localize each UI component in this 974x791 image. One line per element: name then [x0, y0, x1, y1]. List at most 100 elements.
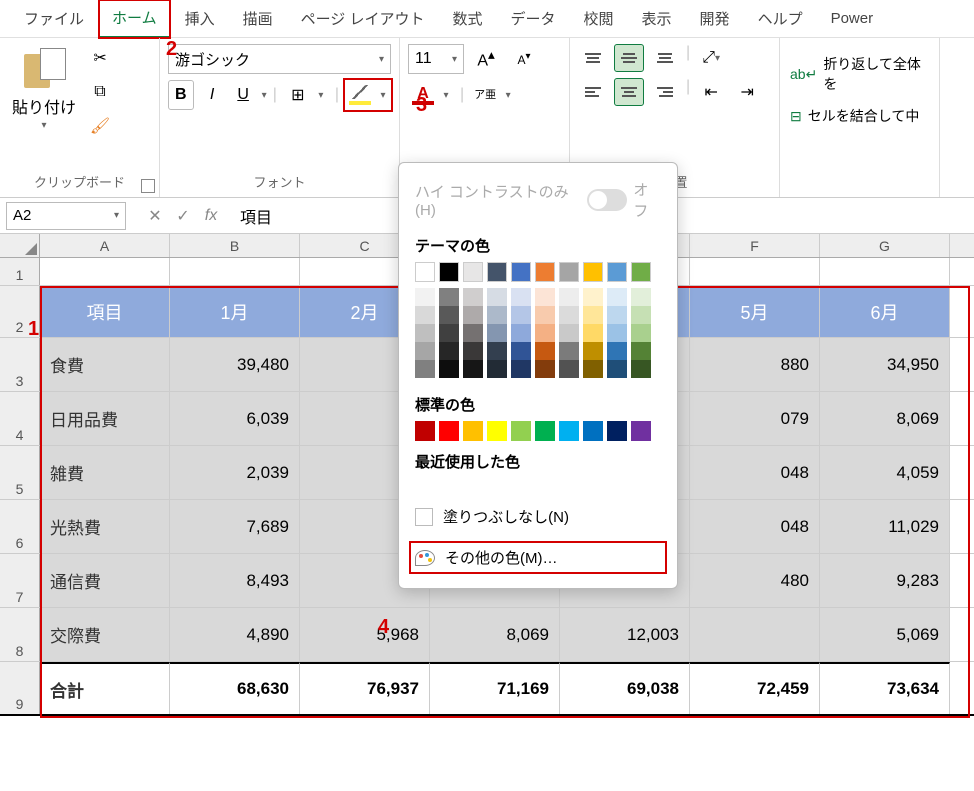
tab-formulas[interactable]: 数式 — [438, 0, 496, 37]
color-swatch[interactable] — [583, 324, 603, 342]
cell[interactable]: 5,069 — [820, 608, 950, 661]
color-swatch[interactable] — [487, 324, 507, 342]
increase-indent-button[interactable]: ⇥ — [732, 78, 762, 106]
cancel-formula-button[interactable]: ✕ — [142, 203, 168, 229]
row-header[interactable]: 5 — [0, 446, 40, 499]
color-swatch[interactable] — [583, 360, 603, 378]
cell[interactable]: 1月 — [170, 286, 300, 337]
paste-button[interactable]: 貼り付け ▾ — [8, 44, 80, 135]
color-swatch[interactable] — [511, 421, 531, 441]
color-swatch[interactable] — [415, 421, 435, 441]
cell[interactable] — [690, 258, 820, 285]
cell[interactable]: 39,480 — [170, 338, 300, 391]
color-swatch[interactable] — [439, 360, 459, 378]
tab-insert[interactable]: 挿入 — [171, 0, 229, 37]
cell[interactable]: 項目 — [40, 286, 170, 337]
color-swatch[interactable] — [535, 421, 555, 441]
format-painter-button[interactable]: 🖌 — [86, 112, 114, 140]
italic-button[interactable]: I — [200, 80, 225, 110]
row-header[interactable]: 8 — [0, 608, 40, 661]
cell[interactable]: 6,039 — [170, 392, 300, 445]
cell[interactable]: 通信費 — [40, 554, 170, 607]
color-swatch[interactable] — [535, 306, 555, 324]
cell[interactable]: 9,283 — [820, 554, 950, 607]
enter-formula-button[interactable]: ✓ — [170, 203, 196, 229]
name-box[interactable]: A2 ▾ — [6, 202, 126, 230]
copy-button[interactable]: ⧉ — [86, 78, 114, 106]
color-swatch[interactable] — [487, 288, 507, 306]
color-swatch[interactable] — [511, 262, 531, 282]
align-left-button[interactable] — [578, 78, 608, 106]
color-swatch[interactable] — [415, 324, 435, 342]
cell[interactable]: 光熱費 — [40, 500, 170, 553]
color-swatch[interactable] — [631, 306, 651, 324]
font-name-combo[interactable]: 游ゴシック ▾ — [168, 44, 391, 74]
cell[interactable]: 34,950 — [820, 338, 950, 391]
increase-font-button[interactable]: A▴ — [470, 44, 502, 74]
decrease-font-button[interactable]: A▾ — [508, 44, 540, 74]
cell[interactable]: 4,059 — [820, 446, 950, 499]
cell[interactable]: 日用品費 — [40, 392, 170, 445]
cell[interactable]: 2,039 — [170, 446, 300, 499]
select-all-corner[interactable] — [0, 234, 40, 257]
more-colors-item[interactable]: その他の色(M)… — [405, 537, 671, 578]
color-swatch[interactable] — [607, 306, 627, 324]
color-swatch[interactable] — [487, 306, 507, 324]
cell[interactable] — [690, 608, 820, 661]
cell[interactable]: 76,937 — [300, 662, 430, 714]
color-swatch[interactable] — [607, 342, 627, 360]
tab-data[interactable]: データ — [497, 0, 570, 37]
tab-review[interactable]: 校閲 — [570, 0, 628, 37]
cell[interactable]: 8,493 — [170, 554, 300, 607]
color-swatch[interactable] — [631, 421, 651, 441]
color-swatch[interactable] — [631, 360, 651, 378]
align-middle-button[interactable] — [614, 44, 644, 72]
chevron-down-icon[interactable]: ▾ — [262, 90, 267, 101]
bold-button[interactable]: B — [168, 80, 194, 110]
color-swatch[interactable] — [607, 360, 627, 378]
color-swatch[interactable] — [487, 262, 507, 282]
cell[interactable]: 雑費 — [40, 446, 170, 499]
color-swatch[interactable] — [607, 288, 627, 306]
tab-view[interactable]: 表示 — [628, 0, 686, 37]
align-top-button[interactable] — [578, 44, 608, 72]
high-contrast-toggle-row[interactable]: ハイ コントラストのみ(H) オフ — [399, 173, 677, 227]
cell[interactable]: 11,029 — [820, 500, 950, 553]
cell[interactable]: 5,968 — [300, 608, 430, 661]
align-right-button[interactable] — [650, 78, 680, 106]
color-swatch[interactable] — [487, 360, 507, 378]
wrap-text-button[interactable]: ab↵ 折り返して全体を — [788, 48, 931, 100]
tab-developer[interactable]: 開発 — [686, 0, 744, 37]
color-swatch[interactable] — [559, 324, 579, 342]
color-swatch[interactable] — [631, 324, 651, 342]
row-header[interactable]: 6 — [0, 500, 40, 553]
color-swatch[interactable] — [511, 324, 531, 342]
tab-help[interactable]: ヘルプ — [744, 0, 817, 37]
align-center-button[interactable] — [614, 78, 644, 106]
cell[interactable] — [40, 258, 170, 285]
color-swatch[interactable] — [463, 421, 483, 441]
cell[interactable]: 12,003 — [560, 608, 690, 661]
orientation-button[interactable]: ⤢▾ — [696, 44, 726, 72]
merge-center-button[interactable]: ⊟ セルを結合して中 — [788, 100, 931, 132]
cell[interactable]: 480 — [690, 554, 820, 607]
row-header[interactable]: 3 — [0, 338, 40, 391]
row-header-9[interactable]: 9 — [0, 662, 40, 714]
color-swatch[interactable] — [511, 288, 531, 306]
align-bottom-button[interactable] — [650, 44, 680, 72]
cell[interactable]: 048 — [690, 500, 820, 553]
tab-power[interactable]: Power — [817, 2, 888, 35]
color-swatch[interactable] — [559, 306, 579, 324]
col-header-A[interactable]: A — [40, 234, 170, 257]
color-swatch[interactable] — [631, 288, 651, 306]
color-swatch[interactable] — [415, 288, 435, 306]
color-swatch[interactable] — [439, 421, 459, 441]
tab-file[interactable]: ファイル — [10, 0, 98, 37]
color-swatch[interactable] — [607, 421, 627, 441]
color-swatch[interactable] — [463, 288, 483, 306]
row-header-1[interactable]: 1 — [0, 258, 40, 285]
color-swatch[interactable] — [559, 360, 579, 378]
cell[interactable]: 68,630 — [170, 662, 300, 714]
color-swatch[interactable] — [535, 324, 555, 342]
color-swatch[interactable] — [415, 306, 435, 324]
